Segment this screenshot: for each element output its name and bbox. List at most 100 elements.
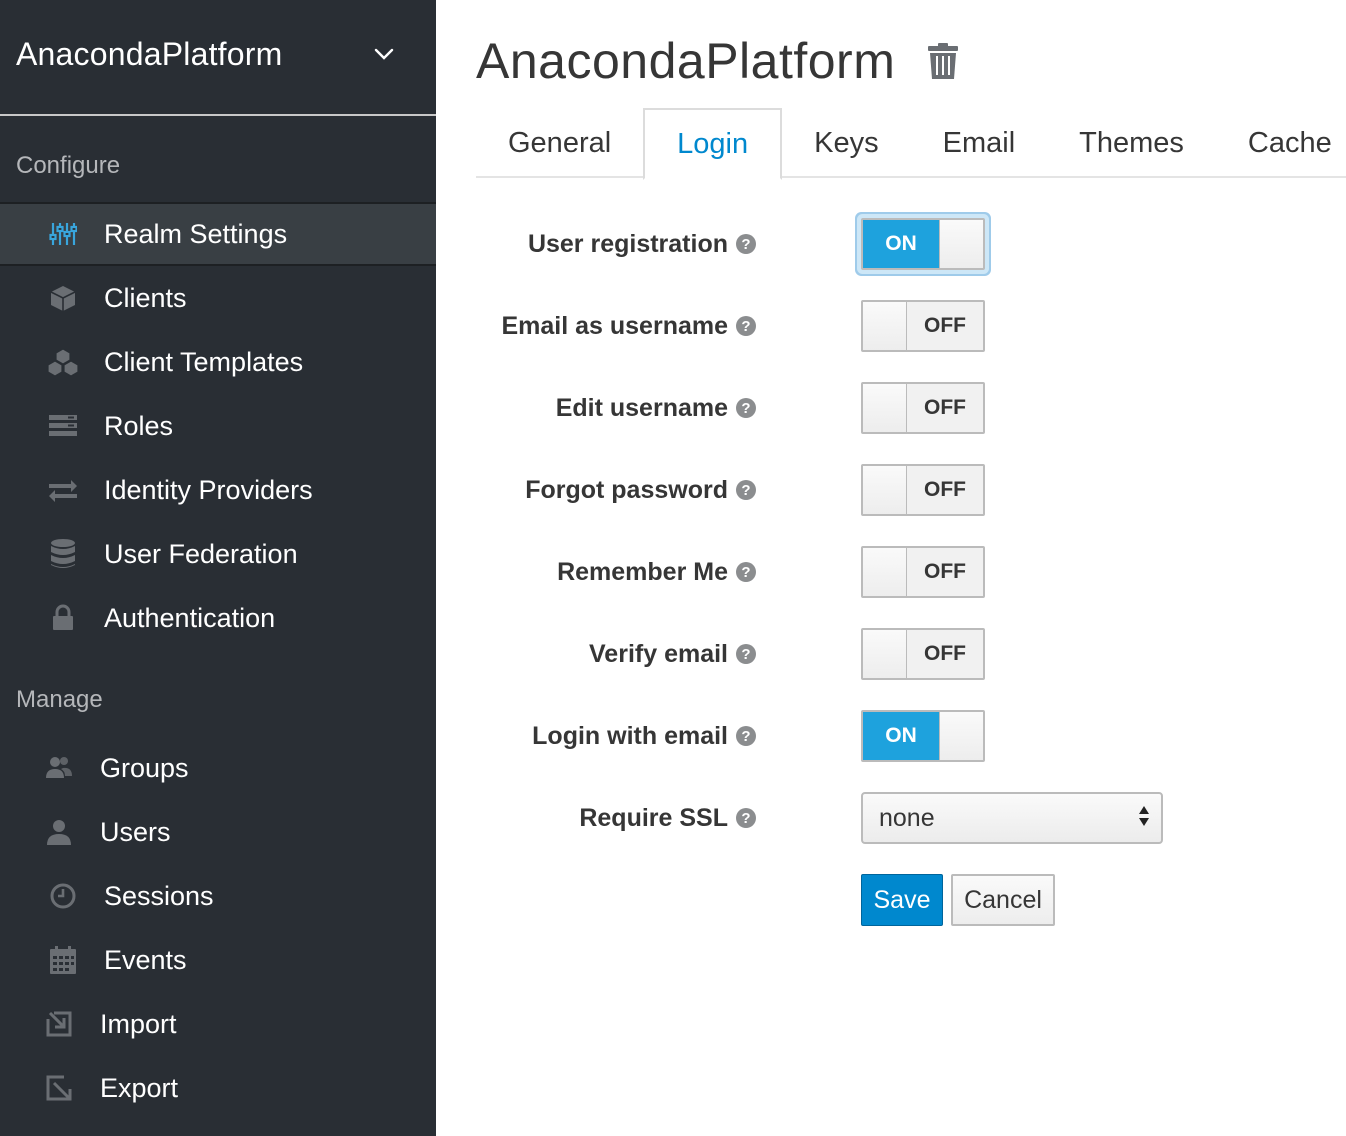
- tab-email[interactable]: Email: [911, 108, 1048, 178]
- login-with-email-toggle[interactable]: ON: [861, 710, 985, 762]
- exchange-icon: [46, 473, 80, 507]
- help-icon[interactable]: ?: [736, 562, 756, 582]
- help-icon[interactable]: ?: [736, 480, 756, 500]
- sidebar-item-realm-settings[interactable]: Realm Settings: [0, 202, 436, 266]
- sidebar-item-label: Clients: [104, 282, 187, 313]
- database-icon: [46, 537, 80, 571]
- cancel-button[interactable]: Cancel: [951, 874, 1055, 926]
- email-as-username-toggle[interactable]: OFF: [861, 300, 985, 352]
- main-content: AnacondaPlatform General Login Keys Emai…: [436, 0, 1346, 1136]
- configure-nav: Realm Settings Clients Client Templates …: [0, 202, 436, 650]
- field-label-text: Forgot password: [525, 475, 728, 504]
- help-icon[interactable]: ?: [736, 234, 756, 254]
- realm-name: AnacondaPlatform: [16, 35, 283, 72]
- field-label: Login with email ?: [532, 722, 756, 751]
- field-label: User registration ?: [528, 230, 756, 259]
- sidebar-item-label: Export: [100, 1072, 179, 1103]
- realm-selector[interactable]: AnacondaPlatform: [0, 0, 436, 116]
- list-icon: [46, 409, 80, 443]
- sidebar-item-export[interactable]: Export: [0, 1056, 436, 1120]
- user-icon: [42, 815, 76, 849]
- sidebar-item-import[interactable]: Import: [0, 992, 436, 1056]
- field-remember-me: Remember Me ? OFF: [436, 542, 1346, 602]
- cubes-icon: [46, 345, 80, 379]
- lock-icon: [46, 601, 80, 635]
- field-verify-email: Verify email ? OFF: [436, 624, 1346, 684]
- sidebar-item-client-templates[interactable]: Client Templates: [0, 330, 436, 394]
- page-title: AnacondaPlatform: [476, 33, 896, 89]
- trash-icon[interactable]: [925, 41, 961, 81]
- sliders-icon: [46, 217, 80, 251]
- verify-email-toggle[interactable]: OFF: [861, 628, 985, 680]
- sidebar-item-label: Roles: [104, 410, 174, 441]
- sidebar-item-label: Import: [100, 1008, 177, 1039]
- sidebar-item-events[interactable]: Events: [0, 928, 436, 992]
- import-icon: [42, 1007, 76, 1041]
- help-icon[interactable]: ?: [736, 398, 756, 418]
- calendar-icon: [46, 943, 80, 977]
- field-login-with-email: Login with email ? ON: [436, 706, 1346, 766]
- toggle-state: OFF: [907, 630, 983, 678]
- tab-keys[interactable]: Keys: [782, 108, 910, 178]
- tab-cache[interactable]: Cache: [1216, 108, 1346, 178]
- field-label: Email as username ?: [501, 312, 756, 341]
- field-email-as-username: Email as username ? OFF: [436, 296, 1346, 356]
- toggle-knob: [863, 548, 907, 596]
- sidebar-item-authentication[interactable]: Authentication: [0, 586, 436, 650]
- sidebar-item-identity-providers[interactable]: Identity Providers: [0, 458, 436, 522]
- help-icon[interactable]: ?: [736, 726, 756, 746]
- field-label-text: Remember Me: [557, 557, 728, 586]
- field-label: Verify email ?: [589, 640, 756, 669]
- field-label-text: Edit username: [555, 393, 728, 422]
- toggle-state: OFF: [907, 548, 983, 596]
- sidebar-item-label: User Federation: [104, 538, 298, 569]
- sidebar-item-users[interactable]: Users: [0, 800, 436, 864]
- require-ssl-select[interactable]: none: [861, 792, 1163, 844]
- sidebar-item-label: Realm Settings: [104, 218, 288, 249]
- sidebar-item-roles[interactable]: Roles: [0, 394, 436, 458]
- tab-themes[interactable]: Themes: [1047, 108, 1216, 178]
- sidebar-item-sessions[interactable]: Sessions: [0, 864, 436, 928]
- toggle-knob: [863, 384, 907, 432]
- sidebar-item-user-federation[interactable]: User Federation: [0, 522, 436, 586]
- tab-login[interactable]: Login: [643, 108, 783, 180]
- select-value: none: [879, 803, 935, 832]
- forgot-password-toggle[interactable]: OFF: [861, 464, 985, 516]
- field-label-text: Require SSL: [579, 803, 728, 832]
- remember-me-toggle[interactable]: OFF: [861, 546, 985, 598]
- toggle-state: OFF: [907, 302, 983, 350]
- sidebar: AnacondaPlatform Configure Realm Setting…: [0, 0, 436, 1136]
- field-edit-username: Edit username ? OFF: [436, 378, 1346, 438]
- tab-general[interactable]: General: [476, 108, 643, 178]
- field-forgot-password: Forgot password ? OFF: [436, 460, 1346, 520]
- help-icon[interactable]: ?: [736, 316, 756, 336]
- sidebar-item-label: Sessions: [104, 880, 214, 911]
- toggle-state: ON: [863, 712, 939, 760]
- edit-username-toggle[interactable]: OFF: [861, 382, 985, 434]
- user-registration-toggle[interactable]: ON: [861, 218, 985, 270]
- save-button[interactable]: Save: [861, 874, 943, 926]
- toggle-state: OFF: [907, 384, 983, 432]
- help-icon[interactable]: ?: [736, 808, 756, 828]
- sidebar-item-label: Users: [100, 816, 171, 847]
- sidebar-item-groups[interactable]: Groups: [0, 736, 436, 800]
- field-label: Forgot password ?: [525, 476, 756, 505]
- page-header: AnacondaPlatform: [476, 32, 961, 90]
- help-icon[interactable]: ?: [736, 644, 756, 664]
- toggle-knob: [939, 220, 983, 268]
- sidebar-item-label: Groups: [100, 752, 189, 783]
- sidebar-item-label: Authentication: [104, 602, 276, 633]
- sidebar-item-label: Identity Providers: [104, 474, 313, 505]
- field-label: Remember Me ?: [557, 558, 756, 587]
- toggle-knob: [939, 712, 983, 760]
- sidebar-item-clients[interactable]: Clients: [0, 266, 436, 330]
- field-label-text: User registration: [527, 229, 728, 258]
- field-require-ssl: Require SSL ? none: [436, 788, 1346, 848]
- cube-icon: [46, 281, 80, 315]
- field-label-text: Email as username: [501, 311, 728, 340]
- toggle-knob: [863, 630, 907, 678]
- users-icon: [42, 751, 76, 785]
- toggle-knob: [863, 466, 907, 514]
- field-label-text: Login with email: [532, 721, 728, 750]
- field-label-text: Verify email: [589, 639, 728, 668]
